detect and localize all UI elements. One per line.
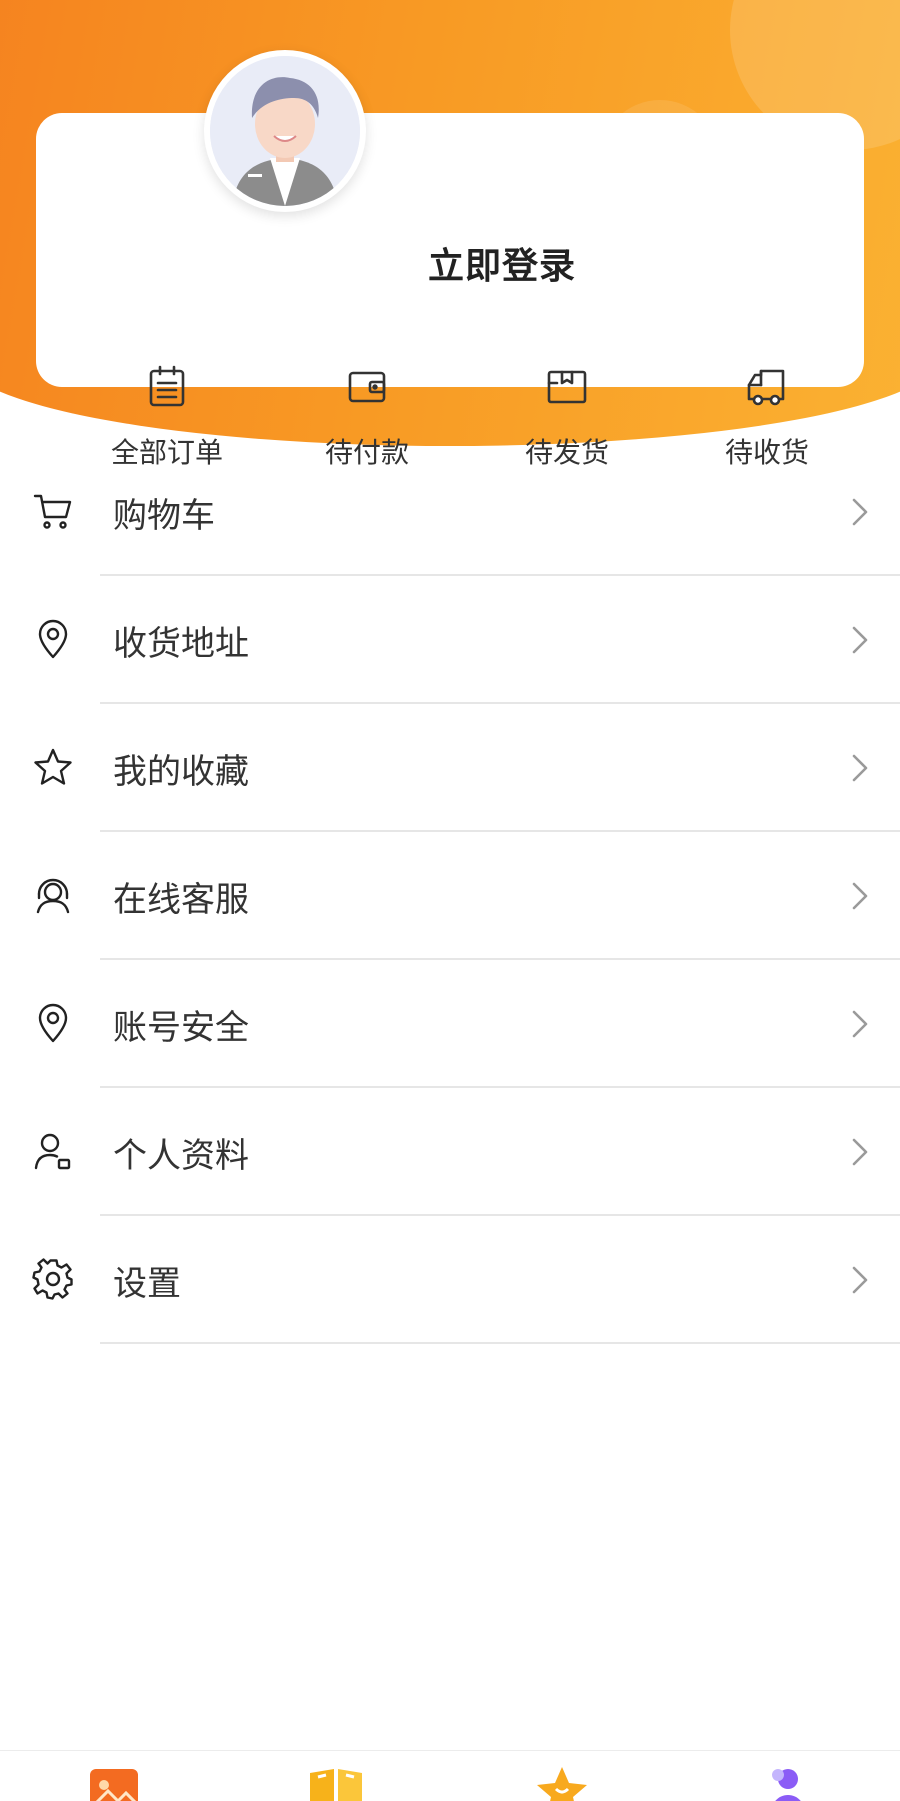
book-icon[interactable] — [306, 1763, 366, 1801]
profile-card: 立即登录 全部订单 待付款 待发货 待收货 — [36, 113, 864, 469]
truck-icon — [747, 369, 785, 406]
chevron-right-icon — [852, 754, 868, 782]
divider — [100, 1342, 900, 1344]
chevron-right-icon — [852, 882, 868, 910]
menu-label: 设置 — [113, 1264, 181, 1304]
menu-item-cart[interactable]: 购物车 — [0, 448, 900, 576]
avatar[interactable] — [204, 50, 366, 212]
menu-label: 在线客服 — [113, 880, 249, 920]
chevron-right-icon — [852, 1266, 868, 1294]
menu-item-favorites[interactable]: 我的收藏 — [0, 704, 900, 832]
menu-label: 我的收藏 — [113, 752, 249, 792]
menu-item-customer-service[interactable]: 在线客服 — [0, 832, 900, 960]
menu-item-address[interactable]: 收货地址 — [0, 576, 900, 704]
menu-item-settings[interactable]: 设置 — [0, 1216, 900, 1344]
chevron-right-icon — [852, 1010, 868, 1038]
menu-label: 账号安全 — [113, 1008, 249, 1048]
headset-icon — [36, 878, 70, 914]
star-face-icon[interactable] — [532, 1763, 592, 1801]
location-pin-icon — [38, 619, 68, 659]
chevron-right-icon — [852, 626, 868, 654]
clipboard-icon — [149, 365, 185, 407]
gallery-icon[interactable] — [86, 1763, 146, 1801]
star-icon — [34, 748, 72, 785]
person-icon[interactable] — [758, 1763, 818, 1801]
login-link[interactable]: 立即登录 — [428, 237, 576, 289]
cart-icon — [33, 494, 72, 529]
menu-label: 个人资料 — [113, 1136, 249, 1176]
location-pin-icon — [38, 1003, 68, 1043]
menu-item-account-security[interactable]: 账号安全 — [0, 960, 900, 1088]
gear-icon — [32, 1258, 73, 1300]
bottom-tab-bar — [0, 1750, 900, 1801]
package-icon — [547, 370, 587, 404]
menu-label: 购物车 — [113, 496, 215, 536]
menu-label: 收货地址 — [113, 624, 249, 664]
user-profile-icon — [34, 1133, 71, 1170]
menu-item-profile[interactable]: 个人资料 — [0, 1088, 900, 1216]
chevron-right-icon — [852, 1138, 868, 1166]
chevron-right-icon — [852, 498, 868, 526]
wallet-icon — [348, 371, 386, 403]
avatar-illustration — [210, 56, 360, 206]
